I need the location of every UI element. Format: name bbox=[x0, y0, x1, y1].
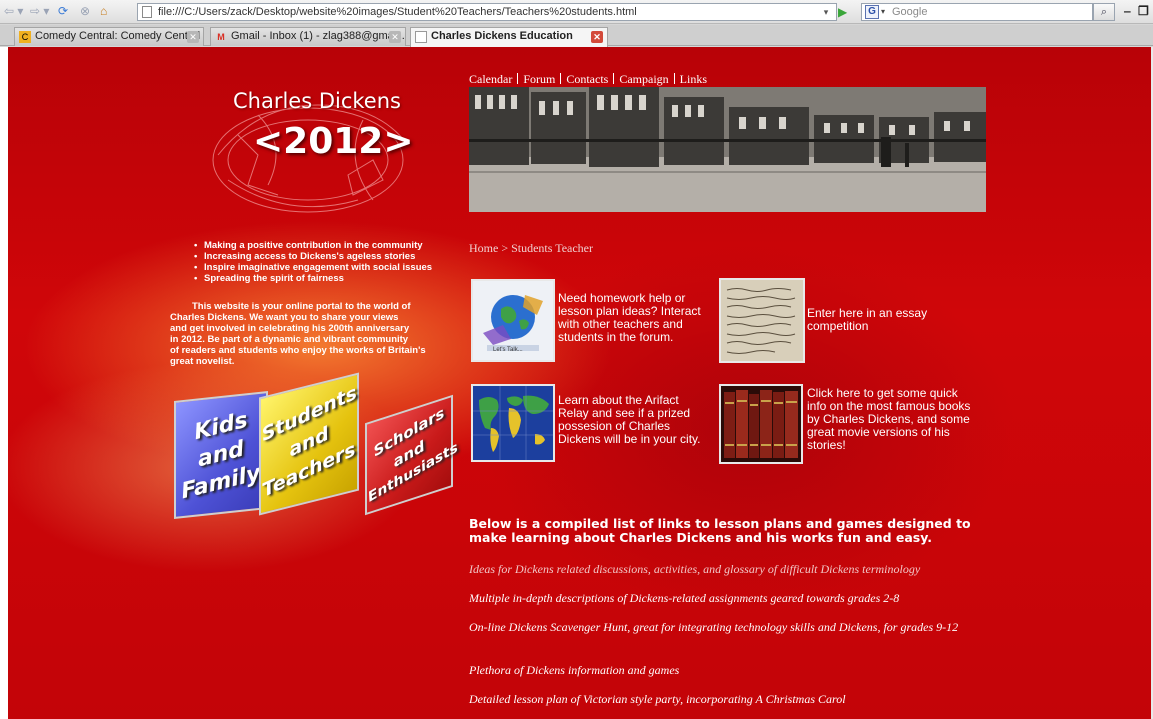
intro-line: This website is your online portal to th… bbox=[192, 301, 411, 312]
tab-label: Comedy Central: Comedy Central S... bbox=[35, 30, 204, 42]
lesson-link-discussions[interactable]: Ideas for Dickens related discussions, a… bbox=[469, 562, 969, 576]
nav-contacts[interactable]: Contacts bbox=[566, 72, 608, 86]
nav-separator bbox=[613, 73, 615, 84]
page-icon bbox=[142, 6, 152, 18]
tab-comedy-central[interactable]: C Comedy Central: Comedy Central S... ✕ bbox=[14, 27, 204, 46]
essay-manuscript-thumbnail[interactable] bbox=[719, 278, 805, 363]
tab-label: Charles Dickens Education bbox=[431, 30, 573, 42]
mission-item: Spreading the spirit of fairness bbox=[194, 273, 432, 284]
page-viewport: Charles Dickens <2012> Making a positive… bbox=[0, 47, 1153, 719]
restore-icon[interactable]: ❐ bbox=[1138, 4, 1149, 18]
address-bar[interactable]: file:///C:/Users/zack/Desktop/website%20… bbox=[137, 3, 837, 21]
forum-thumbnail[interactable]: Let's Talk... bbox=[471, 279, 555, 362]
tab-gmail[interactable]: M Gmail - Inbox (1) - zlag388@gmail.... … bbox=[210, 27, 406, 46]
engine-dropdown-icon[interactable]: ▾ bbox=[881, 4, 885, 20]
back-icon[interactable]: ⇦ ▾ bbox=[4, 3, 23, 20]
close-tab-icon[interactable]: ✕ bbox=[187, 31, 199, 43]
search-box[interactable]: G ▾ Google bbox=[861, 3, 1093, 21]
mission-item: Inspire imaginative engagement with soci… bbox=[194, 262, 432, 273]
stop-icon[interactable]: ⊗ bbox=[80, 3, 90, 20]
intro-line: and get involved in celebrating his 200t… bbox=[170, 323, 410, 334]
nav-forum[interactable]: Forum bbox=[523, 72, 555, 86]
victorian-street-banner bbox=[469, 87, 986, 212]
lesson-links-heading: Below is a compiled list of links to les… bbox=[469, 516, 971, 545]
browser-toolbar: ⇦ ▾ ⇨ ▾ ⟳ ⊗ ⌂ file:///C:/Users/zack/Desk… bbox=[0, 0, 1153, 24]
tab-charles-dickens[interactable]: Charles Dickens Education ✕ bbox=[410, 27, 608, 47]
logo-year: <2012> bbox=[253, 121, 414, 162]
forward-icon[interactable]: ⇨ ▾ bbox=[30, 3, 49, 20]
nav-campaign[interactable]: Campaign bbox=[619, 72, 668, 86]
scholars-and-enthusiasts-card[interactable]: Scholars and Enthusiasts bbox=[365, 394, 460, 516]
address-text: file:///C:/Users/zack/Desktop/website%20… bbox=[158, 6, 637, 18]
page-background: Charles Dickens <2012> Making a positive… bbox=[8, 47, 1151, 719]
mission-item: Making a positive contribution in the co… bbox=[194, 240, 432, 251]
thumb-caption: Let's Talk... bbox=[493, 347, 523, 353]
close-tab-icon[interactable]: ✕ bbox=[591, 31, 603, 43]
home-icon[interactable]: ⌂ bbox=[100, 3, 107, 20]
google-engine-icon[interactable]: G bbox=[865, 5, 879, 19]
intro-line: in 2012. Be part of a dynamic and vibran… bbox=[170, 334, 409, 345]
lesson-link-scavenger-hunt[interactable]: On-line Dickens Scavenger Hunt, great fo… bbox=[469, 620, 969, 634]
comedy-central-icon: C bbox=[19, 31, 31, 43]
nav-separator bbox=[673, 73, 675, 84]
lesson-link-victorian-party[interactable]: Detailed lesson plan of Victorian style … bbox=[469, 692, 969, 706]
breadcrumb: Home > Students Teacher bbox=[469, 241, 594, 255]
go-arrow-icon[interactable]: ▶ bbox=[838, 4, 852, 20]
top-navigation: Calendar Forum Contacts Campaign Links bbox=[469, 72, 707, 87]
nav-links[interactable]: Links bbox=[680, 72, 707, 86]
books-blurb[interactable]: Click here to get some quick info on the… bbox=[807, 387, 979, 452]
kids-and-family-card[interactable]: Kids and Family bbox=[174, 391, 268, 519]
world-map-icon bbox=[473, 386, 553, 460]
tab-label: Gmail - Inbox (1) - zlag388@gmail.... bbox=[231, 30, 406, 42]
intro-line: of readers and students who enjoy the wo… bbox=[170, 345, 426, 356]
lesson-link-assignments[interactable]: Multiple in-depth descriptions of Dicken… bbox=[469, 591, 969, 605]
gmail-icon: M bbox=[217, 32, 225, 42]
mission-item: Increasing access to Dickens's ageless s… bbox=[194, 251, 432, 262]
forum-blurb[interactable]: Need homework help or lesson plan ideas?… bbox=[558, 292, 708, 344]
intro-line: great novelist. bbox=[170, 356, 235, 367]
students-and-teachers-card[interactable]: Students and Teachers bbox=[259, 372, 359, 516]
logo-title: Charles Dickens bbox=[233, 89, 401, 113]
search-placeholder: Google bbox=[892, 6, 928, 18]
intro-line: Charles Dickens. We want you to share yo… bbox=[170, 312, 399, 323]
nav-calendar[interactable]: Calendar bbox=[469, 72, 512, 86]
essay-blurb[interactable]: Enter here in an essay competition bbox=[807, 307, 957, 333]
minimize-icon[interactable]: ‒ bbox=[1124, 4, 1131, 18]
search-magnifier-icon[interactable]: ⌕ bbox=[1093, 3, 1115, 21]
relay-blurb[interactable]: Learn about the Arifact Relay and see if… bbox=[558, 394, 708, 446]
nav-separator bbox=[560, 73, 562, 84]
reload-icon[interactable]: ⟳ bbox=[58, 3, 68, 20]
nav-separator bbox=[517, 73, 519, 84]
tab-bar: C Comedy Central: Comedy Central S... ✕ … bbox=[0, 25, 1153, 47]
intro-paragraph: This website is your online portal to th… bbox=[170, 301, 426, 367]
lesson-link-information-games[interactable]: Plethora of Dickens information and game… bbox=[469, 663, 969, 677]
close-tab-icon[interactable]: ✕ bbox=[389, 31, 401, 43]
manuscript-icon bbox=[721, 280, 803, 361]
books-icon bbox=[721, 386, 801, 462]
books-thumbnail[interactable] bbox=[719, 384, 803, 464]
world-map-thumbnail[interactable] bbox=[471, 384, 555, 462]
history-dropdown-icon[interactable]: ▾ bbox=[819, 3, 833, 21]
mission-list: Making a positive contribution in the co… bbox=[194, 240, 432, 284]
page-icon bbox=[415, 31, 427, 43]
